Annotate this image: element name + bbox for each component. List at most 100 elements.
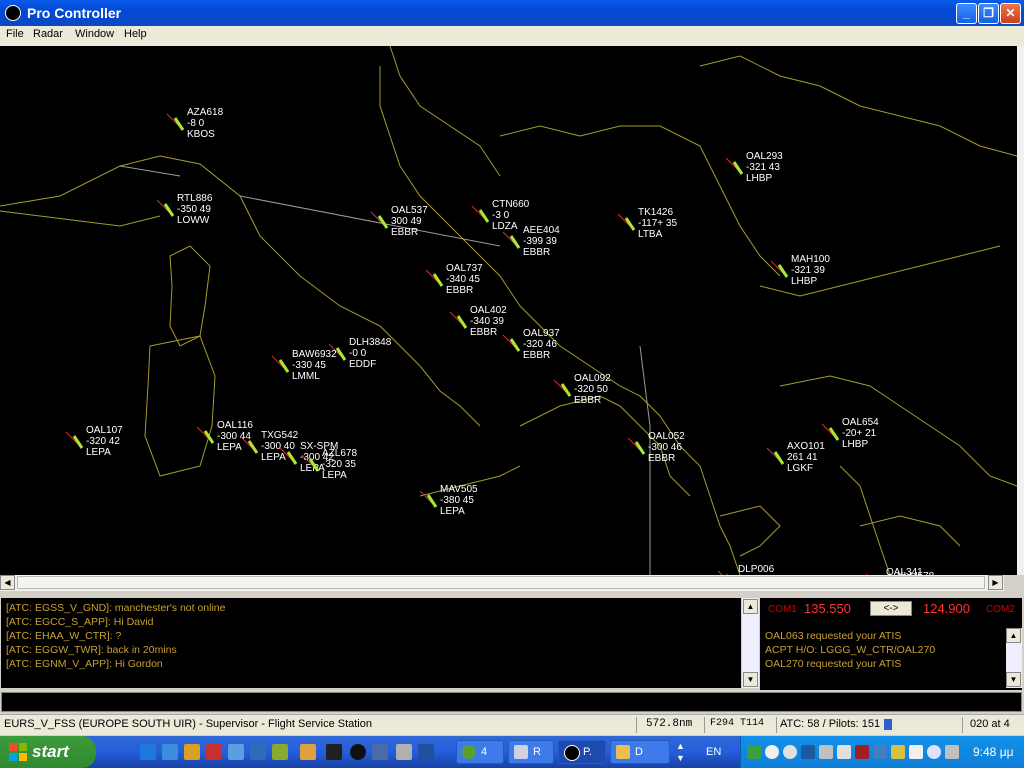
com2-label: COM2 bbox=[986, 604, 1015, 615]
aircraft-callsign: MAH100 bbox=[791, 254, 830, 265]
message-scrollbar[interactable]: ▲ ▼ bbox=[1006, 628, 1022, 688]
aircraft-symbol bbox=[509, 338, 521, 352]
aircraft-symbol bbox=[509, 235, 521, 249]
folder-icon bbox=[616, 745, 630, 759]
aircraft-target[interactable]: DLP006-180 36LGAV bbox=[717, 564, 775, 575]
command-input[interactable] bbox=[1, 692, 1022, 712]
language-indicator[interactable]: EN bbox=[706, 746, 721, 758]
aircraft-target[interactable]: OAL092-320 50EBBR bbox=[553, 373, 611, 406]
quicklaunch-icon[interactable] bbox=[350, 744, 366, 760]
radar-vertical-scrollbar[interactable] bbox=[1017, 46, 1024, 575]
com1-frequency[interactable]: 135.550 bbox=[804, 601, 851, 616]
scroll-left-button[interactable]: ◀ bbox=[0, 575, 15, 590]
aircraft-target[interactable]: OAL402-340 39EBBR bbox=[449, 305, 507, 338]
taskbar-button[interactable]: D bbox=[610, 740, 670, 764]
menu-window[interactable]: Window bbox=[75, 28, 114, 40]
quicklaunch-icon[interactable] bbox=[140, 744, 156, 760]
aircraft-target[interactable]: OAL107-320 42LEPA bbox=[65, 425, 123, 458]
quicklaunch-icon[interactable] bbox=[418, 744, 434, 760]
quicklaunch-icon[interactable] bbox=[326, 744, 342, 760]
aircraft-callsign: OAL737 bbox=[446, 263, 483, 274]
tray-icon[interactable] bbox=[819, 745, 833, 759]
aircraft-target[interactable]: BAW6932-330 45LMML bbox=[271, 349, 337, 382]
aircraft-symbol bbox=[773, 451, 785, 465]
minimize-button[interactable]: _ bbox=[956, 3, 977, 24]
swap-frequency-button[interactable]: <-> bbox=[870, 601, 912, 616]
speaker-icon[interactable] bbox=[945, 745, 959, 759]
title-bar[interactable]: Pro Controller _ ❐ ✕ bbox=[0, 0, 1024, 26]
aircraft-alt-speed: -3 0 bbox=[492, 210, 510, 221]
restore-button[interactable]: ❐ bbox=[978, 3, 999, 24]
quicklaunch-icon[interactable] bbox=[228, 744, 244, 760]
tray-icon[interactable] bbox=[927, 745, 941, 759]
menu-help[interactable]: Help bbox=[124, 28, 147, 40]
tray-icon[interactable] bbox=[891, 745, 905, 759]
aircraft-symbol bbox=[426, 494, 438, 508]
com1-label: COM1 bbox=[768, 604, 797, 615]
aircraft-target[interactable]: OAL293-321 43LHBP bbox=[725, 151, 783, 184]
aircraft-alt-speed: -300 46 bbox=[648, 442, 682, 453]
horizontal-scroll-thumb[interactable] bbox=[17, 576, 985, 589]
aircraft-target[interactable]: DLH3848-0 0EDDF bbox=[328, 337, 392, 370]
aircraft-symbol bbox=[478, 209, 490, 223]
chat-panel[interactable]: [ATC: EGSS_V_GND]: manchester's not onli… bbox=[1, 598, 741, 688]
tray-icon[interactable] bbox=[783, 745, 797, 759]
aircraft-alt-speed: -320 50 bbox=[574, 384, 608, 395]
quicklaunch-icon[interactable] bbox=[396, 744, 412, 760]
radar-scope[interactable]: AZA618 -8 0 KBOS RTL886 -350 49 LOWW OAL537 300… bbox=[0, 46, 1017, 575]
tray-icon[interactable] bbox=[909, 745, 923, 759]
aircraft-alt-speed: -399 39 bbox=[523, 236, 557, 247]
quicklaunch-icon[interactable] bbox=[372, 744, 388, 760]
aircraft-target[interactable]: OAL937-320 46EBBR bbox=[502, 328, 560, 361]
quicklaunch-icon[interactable] bbox=[162, 744, 178, 760]
aircraft-target[interactable]: OAL052-300 46EBBR bbox=[627, 431, 685, 464]
quicklaunch-icon[interactable] bbox=[272, 744, 288, 760]
aircraft-symbol bbox=[634, 441, 646, 455]
aircraft-target[interactable]: OAL737-340 45EBBR bbox=[425, 263, 483, 296]
tray-icon[interactable] bbox=[855, 745, 869, 759]
aircraft-symbol bbox=[432, 273, 444, 287]
status-counts: ATC: 58 / Pilots: 151 bbox=[780, 718, 881, 730]
quicklaunch-icon[interactable] bbox=[300, 744, 316, 760]
taskbar-scroll-arrows[interactable]: ▲ ▼ bbox=[676, 740, 688, 764]
aircraft-alt-speed: -321 39 bbox=[791, 265, 825, 276]
aircraft-alt-speed: -330 45 bbox=[292, 360, 326, 371]
message-scroll-up-button[interactable]: ▲ bbox=[1006, 628, 1021, 643]
tray-icon[interactable] bbox=[801, 745, 815, 759]
aircraft-target[interactable]: RTL886-350 49LOWW bbox=[156, 193, 213, 226]
chat-scroll-up-button[interactable]: ▲ bbox=[743, 599, 758, 614]
aircraft-target[interactable]: OAL537300 49EBBR bbox=[370, 205, 428, 238]
aircraft-target[interactable]: OAL654-20+ 21LHBP bbox=[821, 417, 879, 450]
quicklaunch-icon[interactable] bbox=[206, 744, 222, 760]
message-scroll-down-button[interactable]: ▼ bbox=[1006, 672, 1021, 687]
start-button[interactable]: start bbox=[0, 736, 96, 768]
tray-icon[interactable] bbox=[747, 745, 761, 759]
aircraft-target[interactable]: MAV505-380 45LEPA bbox=[419, 484, 478, 517]
aircraft-target[interactable]: TK1426-117+ 35LTBA bbox=[617, 207, 677, 240]
close-button[interactable]: ✕ bbox=[1000, 3, 1021, 24]
aircraft-symbol bbox=[828, 427, 840, 441]
aircraft-callsign: AXO101 bbox=[787, 441, 825, 452]
tray-icon[interactable] bbox=[837, 745, 851, 759]
taskbar-group-button[interactable]: 4 bbox=[456, 740, 504, 764]
aircraft-symbol bbox=[203, 430, 215, 444]
radar-map: AZA618-8 0KBOS RTL886-350 49LOWW OAL537300… bbox=[0, 46, 1017, 575]
menu-radar[interactable]: Radar bbox=[33, 28, 63, 40]
aircraft-target[interactable]: MAH100-321 39LHBP bbox=[770, 254, 830, 287]
taskbar-button-active[interactable]: P. bbox=[558, 740, 606, 764]
aircraft-target[interactable]: CTN660-3 0LDZA bbox=[471, 199, 530, 232]
quicklaunch-icon[interactable] bbox=[250, 744, 266, 760]
aircraft-target[interactable]: AXO101261 41LGKF bbox=[766, 441, 825, 474]
taskbar-button[interactable]: R bbox=[508, 740, 554, 764]
chat-scroll-down-button[interactable]: ▼ bbox=[743, 672, 758, 687]
scroll-right-button[interactable]: ▶ bbox=[988, 575, 1003, 590]
menu-file[interactable]: File bbox=[6, 28, 24, 40]
tray-icon[interactable] bbox=[765, 745, 779, 759]
quicklaunch-icon[interactable] bbox=[184, 744, 200, 760]
aircraft-alt-speed: -340 45 bbox=[446, 274, 480, 285]
chat-scrollbar[interactable]: ▲ ▼ bbox=[742, 598, 759, 688]
tray-icon[interactable] bbox=[873, 745, 887, 759]
radar-horizontal-scrollbar[interactable]: ◀ ▶ bbox=[0, 575, 1004, 591]
com2-frequency[interactable]: 124.900 bbox=[923, 601, 970, 616]
aircraft-target[interactable]: AZA618-8 0KBOS bbox=[166, 107, 224, 140]
